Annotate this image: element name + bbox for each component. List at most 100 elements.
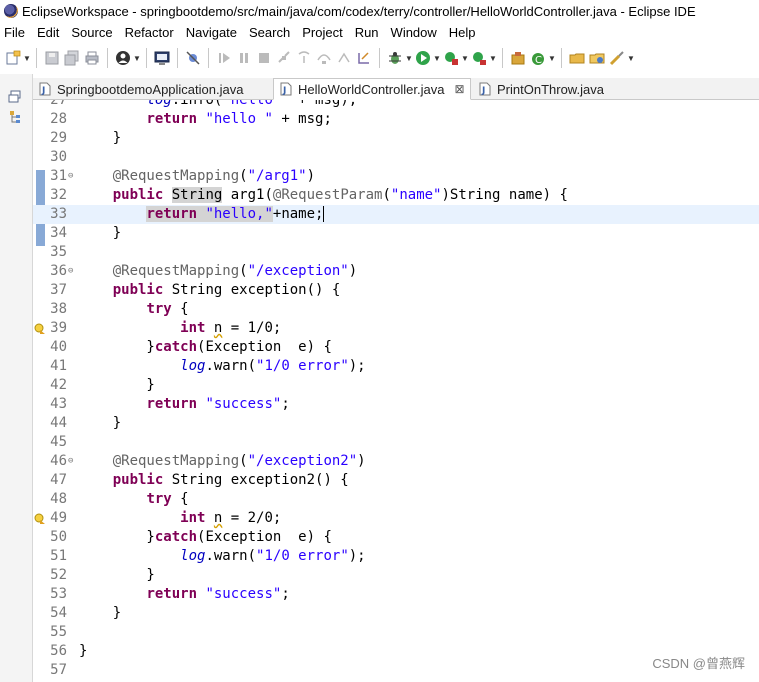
search-icon[interactable] — [608, 49, 626, 67]
coverage-icon[interactable] — [442, 49, 460, 67]
menu-refactor[interactable]: Refactor — [119, 25, 180, 40]
tab-label: HelloWorldController.java — [298, 81, 445, 97]
run-dropdown-icon[interactable]: ▼ — [433, 49, 441, 67]
profile-icon[interactable] — [114, 49, 132, 67]
drop-to-frame-icon[interactable] — [355, 49, 373, 67]
code-line[interactable]: 30 — [33, 148, 759, 167]
debug-icon[interactable] — [386, 49, 404, 67]
code-line[interactable]: 57 — [33, 661, 759, 680]
line-number: 36 — [50, 263, 67, 279]
code-line[interactable]: 41 log.warn("1/0 error"); — [33, 357, 759, 376]
code-line[interactable]: 54 } — [33, 604, 759, 623]
step-into-icon[interactable] — [295, 49, 313, 67]
code-line[interactable]: 39 int n = 1/0; — [33, 319, 759, 338]
line-number: 50 — [50, 529, 67, 545]
code-line[interactable]: 34 } — [33, 224, 759, 243]
menu-edit[interactable]: Edit — [31, 25, 65, 40]
menu-source[interactable]: Source — [65, 25, 118, 40]
disconnect-icon[interactable] — [275, 49, 293, 67]
line-number: 46 — [50, 453, 67, 469]
window-title: EclipseWorkspace - springbootdemo/src/ma… — [22, 3, 696, 19]
new-dropdown-icon[interactable]: ▼ — [23, 49, 31, 67]
profile-dropdown-icon[interactable]: ▼ — [133, 49, 141, 67]
open-task-icon[interactable] — [588, 49, 606, 67]
code-line[interactable]: 32 public String arg1(@RequestParam("nam… — [33, 186, 759, 205]
step-return-icon[interactable] — [335, 49, 353, 67]
terminal-icon[interactable] — [153, 49, 171, 67]
terminate-icon[interactable] — [255, 49, 273, 67]
step-over-icon[interactable] — [315, 49, 333, 67]
code-line[interactable]: 37 public String exception() { — [33, 281, 759, 300]
menu-search[interactable]: Search — [243, 25, 296, 40]
code-line[interactable]: 45 — [33, 433, 759, 452]
external-tools-icon[interactable] — [470, 49, 488, 67]
line-number: 57 — [50, 662, 67, 678]
code-line[interactable]: 44 } — [33, 414, 759, 433]
line-number: 32 — [50, 187, 67, 203]
code-text: int n = 2/0; — [180, 510, 282, 526]
code-line[interactable]: 52 } — [33, 566, 759, 585]
code-line[interactable]: 33 return "hello,"+name; — [33, 205, 759, 224]
menu-help[interactable]: Help — [443, 25, 482, 40]
new-class-dropdown-icon[interactable]: ▼ — [548, 49, 556, 67]
menu-project[interactable]: Project — [296, 25, 348, 40]
code-line[interactable]: 55 — [33, 623, 759, 642]
code-line[interactable]: 42 } — [33, 376, 759, 395]
fold-toggle-icon[interactable]: ⊖ — [68, 172, 77, 181]
tab-springbootdemoapplication[interactable]: J SpringbootdemoApplication.java — [33, 78, 273, 100]
fold-toggle-icon[interactable]: ⊖ — [68, 457, 77, 466]
warning-bulb-icon[interactable] — [34, 512, 46, 524]
code-line[interactable]: 56} — [33, 642, 759, 661]
menu-run[interactable]: Run — [349, 25, 385, 40]
menu-window[interactable]: Window — [385, 25, 443, 40]
menu-navigate[interactable]: Navigate — [180, 25, 243, 40]
print-icon[interactable] — [83, 49, 101, 67]
package-explorer-icon[interactable] — [8, 110, 22, 124]
code-line[interactable]: 49 int n = 2/0; — [33, 509, 759, 528]
code-line[interactable]: 29 } — [33, 129, 759, 148]
run-icon[interactable] — [414, 49, 432, 67]
code-line[interactable]: 27 log.info("hello " + msg); — [33, 100, 759, 110]
code-line[interactable]: 28 return "hello " + msg; — [33, 110, 759, 129]
new-java-package-icon[interactable] — [509, 49, 527, 67]
code-line[interactable]: 46 ⊖ @RequestMapping("/exception2") — [33, 452, 759, 471]
code-line[interactable]: 48 try { — [33, 490, 759, 509]
external-tools-dropdown-icon[interactable]: ▼ — [489, 49, 497, 67]
fold-toggle-icon[interactable]: ⊖ — [68, 267, 77, 276]
new-java-class-icon[interactable]: C — [529, 49, 547, 67]
code-line[interactable]: 51 log.warn("1/0 error"); — [33, 547, 759, 566]
coverage-dropdown-icon[interactable]: ▼ — [461, 49, 469, 67]
skip-breakpoints-icon[interactable] — [184, 49, 202, 67]
tab-printonthrow[interactable]: J PrintOnThrow.java — [473, 78, 623, 100]
debug-dropdown-icon[interactable]: ▼ — [405, 49, 413, 67]
code-line[interactable]: 35 — [33, 243, 759, 262]
close-tab-icon[interactable]: ⊠ — [454, 82, 464, 96]
code-editor[interactable]: 27 log.info("hello " + msg); 28 return "h… — [33, 100, 759, 682]
left-trim-stack — [0, 74, 33, 682]
new-icon[interactable] — [4, 49, 22, 67]
code-line[interactable]: 40 }catch(Exception e) { — [33, 338, 759, 357]
save-all-icon[interactable] — [63, 49, 81, 67]
restore-icon[interactable] — [8, 90, 22, 104]
tab-helloworldcontroller[interactable]: J HelloWorldController.java ⊠ — [273, 78, 471, 100]
code-line[interactable]: 31 ⊖ @RequestMapping("/arg1") — [33, 167, 759, 186]
code-line[interactable]: 53 return "success"; — [33, 585, 759, 604]
code-line[interactable]: 36 ⊖ @RequestMapping("/exception") — [33, 262, 759, 281]
code-text: @RequestMapping("/arg1") — [112, 168, 316, 184]
line-number: 30 — [50, 149, 67, 165]
search-dropdown-icon[interactable]: ▼ — [627, 49, 635, 67]
save-icon[interactable] — [43, 49, 61, 67]
code-line[interactable]: 38 try { — [33, 300, 759, 319]
code-text: log.info("hello " + msg); — [146, 100, 358, 108]
line-number: 56 — [50, 643, 67, 659]
menu-file[interactable]: File — [0, 25, 31, 40]
code-line[interactable]: 47 public String exception2() { — [33, 471, 759, 490]
suspend-icon[interactable] — [235, 49, 253, 67]
menu-bar: File Edit Source Refactor Navigate Searc… — [0, 22, 759, 42]
code-line[interactable]: 43 return "success"; — [33, 395, 759, 414]
line-number: 27 — [50, 100, 67, 108]
warning-bulb-icon[interactable] — [34, 322, 46, 334]
resume-icon[interactable] — [215, 49, 233, 67]
open-type-icon[interactable] — [568, 49, 586, 67]
code-line[interactable]: 50 }catch(Exception e) { — [33, 528, 759, 547]
